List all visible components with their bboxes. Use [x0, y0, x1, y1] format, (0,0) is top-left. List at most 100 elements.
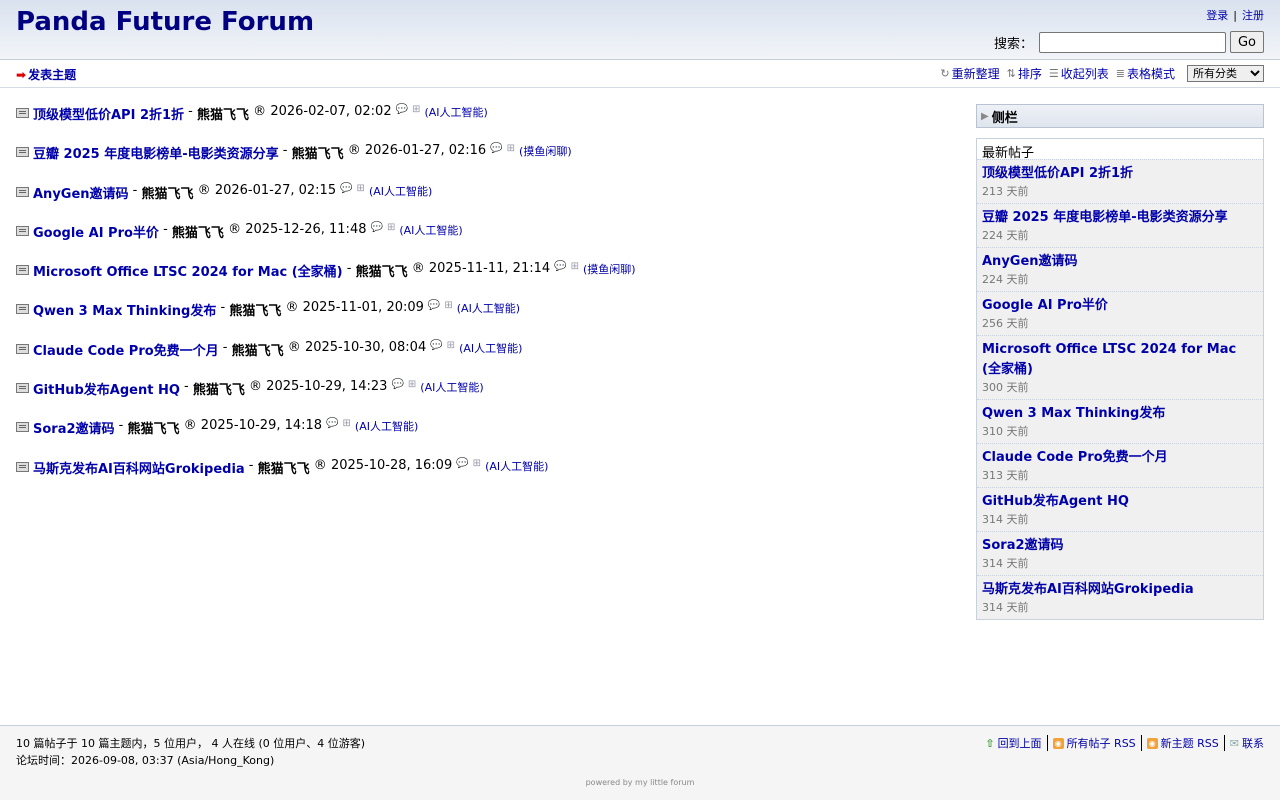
- forum-title[interactable]: Panda Future Forum: [16, 7, 314, 37]
- registered-mark: ®: [249, 379, 263, 395]
- topic-title-link[interactable]: Microsoft Office LTSC 2024 for Mac (全家桶): [33, 261, 343, 280]
- latest-post-age: 224 天前: [982, 273, 1029, 286]
- contact-link[interactable]: ✉ 联系: [1223, 735, 1264, 751]
- topic-category-link[interactable]: (摸鱼闲聊): [583, 261, 636, 277]
- topic-row: GitHub发布Agent HQ - 熊猫飞飞 ® 2025-10-29, 14…: [16, 379, 956, 418]
- topic-row: AnyGen邀请码 - 熊猫飞飞 ® 2026-01-27, 02:15 💬 ⊞ (A…: [16, 183, 956, 222]
- category-select[interactable]: 所有分类: [1187, 65, 1264, 82]
- all-posts-rss-label: 所有帖子 RSS: [1066, 737, 1136, 750]
- collapse-link[interactable]: ☰ 收起列表: [1049, 65, 1109, 82]
- user-nav-separator: |: [1233, 9, 1237, 22]
- topic-category-link[interactable]: (AI人工智能): [424, 104, 487, 120]
- topic-row: 顶级模型低价API 2折1折 - 熊猫飞飞 ® 2026-02-07, 02:0…: [16, 104, 956, 143]
- registered-mark: ®: [411, 261, 425, 277]
- topic-title-link[interactable]: Qwen 3 Max Thinking发布: [33, 300, 216, 319]
- comment-icon: 💬: [391, 379, 404, 391]
- latest-post-link[interactable]: Microsoft Office LTSC 2024 for Mac (全家桶): [982, 340, 1258, 380]
- comment-icon: 💬: [395, 104, 409, 115]
- sidebar-toggle[interactable]: ▶ 侧栏: [976, 104, 1264, 128]
- latest-post-item: Sora2邀请码 314 天前: [977, 531, 1263, 575]
- tree-icon: ⊞: [342, 418, 351, 430]
- powered-by-link[interactable]: powered by my little forum: [586, 778, 695, 787]
- tree-icon: ⊞: [570, 261, 579, 273]
- latest-post-age: 310 天前: [982, 425, 1029, 438]
- topic-row: Microsoft Office LTSC 2024 for Mac (全家桶)…: [16, 261, 956, 300]
- table-mode-label: 表格模式: [1126, 67, 1175, 81]
- latest-post-item: GitHub发布Agent HQ 314 天前: [977, 487, 1263, 531]
- topic-date: 2026-01-27, 02:15: [214, 182, 337, 198]
- thread-icon: [16, 304, 29, 315]
- login-link[interactable]: 登录: [1206, 9, 1228, 22]
- table-mode-link[interactable]: ≣ 表格模式: [1116, 65, 1175, 82]
- comment-icon: 💬: [370, 221, 383, 233]
- thread-icon: [16, 225, 29, 236]
- footer-links: ⇧ 回到上面 ◉ 所有帖子 RSS ◉ 新主题 RSS ✉ 联系: [980, 735, 1264, 751]
- topic-title-link[interactable]: 豆瓣 2025 年度电影榜单-电影类资源分享: [33, 143, 279, 162]
- search-go-button[interactable]: Go: [1230, 31, 1264, 53]
- latest-post-link[interactable]: GitHub发布Agent HQ: [982, 492, 1258, 512]
- back-to-top-link[interactable]: ⇧ 回到上面: [980, 735, 1046, 751]
- latest-post-age: 313 天前: [982, 469, 1029, 482]
- topic-author: 熊猫飞飞: [197, 108, 250, 123]
- latest-post-link[interactable]: Qwen 3 Max Thinking发布: [982, 404, 1258, 424]
- search-input[interactable]: [1039, 31, 1226, 53]
- thread-icon: [16, 147, 29, 158]
- latest-posts-heading: 最新帖子: [977, 139, 1263, 161]
- latest-post-age: 213 天前: [982, 185, 1029, 198]
- topic-category-link[interactable]: (AI人工智能): [399, 222, 462, 238]
- registered-mark: ®: [287, 339, 301, 355]
- latest-post-age: 314 天前: [982, 601, 1029, 614]
- latest-post-link[interactable]: 马斯克发布AI百科网站Grokipedia: [982, 580, 1258, 600]
- topic-category-link[interactable]: (AI人工智能): [420, 379, 483, 395]
- topic-category-link[interactable]: (摸鱼闲聊): [519, 143, 572, 159]
- topic-title-link[interactable]: Sora2邀请码: [33, 418, 115, 437]
- registered-mark: ®: [197, 182, 211, 198]
- topic-title-link[interactable]: AnyGen邀请码: [33, 183, 129, 202]
- latest-post-item: 马斯克发布AI百科网站Grokipedia 314 天前: [977, 575, 1263, 619]
- registered-mark: ®: [253, 104, 267, 119]
- mail-icon: ✉: [1229, 736, 1239, 750]
- latest-post-link[interactable]: Sora2邀请码: [982, 536, 1258, 556]
- forum-stats: 10 篇帖子于 10 篇主题内，5 位用户， 4 人在线 (0 位用户、4 位游…: [16, 735, 365, 769]
- comment-icon: 💬: [490, 143, 503, 155]
- comment-icon: 💬: [430, 339, 443, 351]
- topic-date: 2026-01-27, 02:16: [364, 143, 487, 159]
- topic-title-link[interactable]: 马斯克发布AI百科网站Grokipedia: [33, 458, 245, 477]
- refresh-link[interactable]: ↻ 重新整理: [940, 65, 999, 82]
- topic-title-link[interactable]: Claude Code Pro免费一个月: [33, 340, 219, 359]
- collapse-label: 收起列表: [1060, 67, 1109, 81]
- register-link[interactable]: 注册: [1242, 9, 1264, 22]
- topic-title-link[interactable]: GitHub发布Agent HQ: [33, 379, 180, 398]
- red-arrow-icon: ➡: [16, 67, 27, 82]
- topic-category-link[interactable]: (AI人工智能): [459, 340, 522, 356]
- all-posts-rss-link[interactable]: ◉ 所有帖子 RSS: [1046, 735, 1141, 751]
- topic-category-link[interactable]: (AI人工智能): [369, 183, 432, 199]
- new-topics-rss-label: 新主题 RSS: [1160, 737, 1219, 750]
- latest-post-link[interactable]: Claude Code Pro免费一个月: [982, 448, 1258, 468]
- refresh-label: 重新整理: [951, 67, 1000, 81]
- search-box: 搜索： Go: [994, 31, 1264, 53]
- topic-list: 顶级模型低价API 2折1折 - 熊猫飞飞 ® 2026-02-07, 02:0…: [16, 104, 956, 497]
- contact-label: 联系: [1242, 737, 1264, 750]
- new-topic-link[interactable]: ➡ 发表主题: [16, 66, 76, 83]
- thread-icon: [16, 461, 29, 472]
- topic-category-link[interactable]: (AI人工智能): [457, 300, 520, 316]
- topic-category-link[interactable]: (AI人工智能): [355, 418, 418, 434]
- tree-icon: ⊞: [356, 182, 365, 194]
- topic-date: 2025-10-29, 14:23: [266, 379, 388, 395]
- topic-title-link[interactable]: Google AI Pro半价: [33, 222, 159, 241]
- latest-post-age: 300 天前: [982, 381, 1029, 394]
- latest-post-link[interactable]: Google AI Pro半价: [982, 296, 1258, 316]
- tree-icon: ⊞: [386, 221, 396, 233]
- topic-author: 熊猫飞飞: [355, 265, 408, 281]
- latest-post-link[interactable]: AnyGen邀请码: [982, 252, 1258, 272]
- latest-post-link[interactable]: 顶级模型低价API 2折1折: [982, 164, 1258, 184]
- topic-title-link[interactable]: 顶级模型低价API 2折1折: [33, 104, 184, 123]
- registered-mark: ®: [285, 300, 299, 316]
- new-topics-rss-link[interactable]: ◉ 新主题 RSS: [1140, 735, 1224, 751]
- topic-category-link[interactable]: (AI人工智能): [485, 458, 548, 474]
- latest-post-link[interactable]: 豆瓣 2025 年度电影榜单-电影类资源分享: [982, 208, 1258, 228]
- sort-link[interactable]: ⇅ 排序: [1007, 65, 1042, 82]
- topic-row: Sora2邀请码 - 熊猫飞飞 ® 2025-10-29, 14:18 💬 ⊞ (AI…: [16, 418, 956, 457]
- page-footer: 10 篇帖子于 10 篇主题内，5 位用户， 4 人在线 (0 位用户、4 位游…: [0, 725, 1280, 800]
